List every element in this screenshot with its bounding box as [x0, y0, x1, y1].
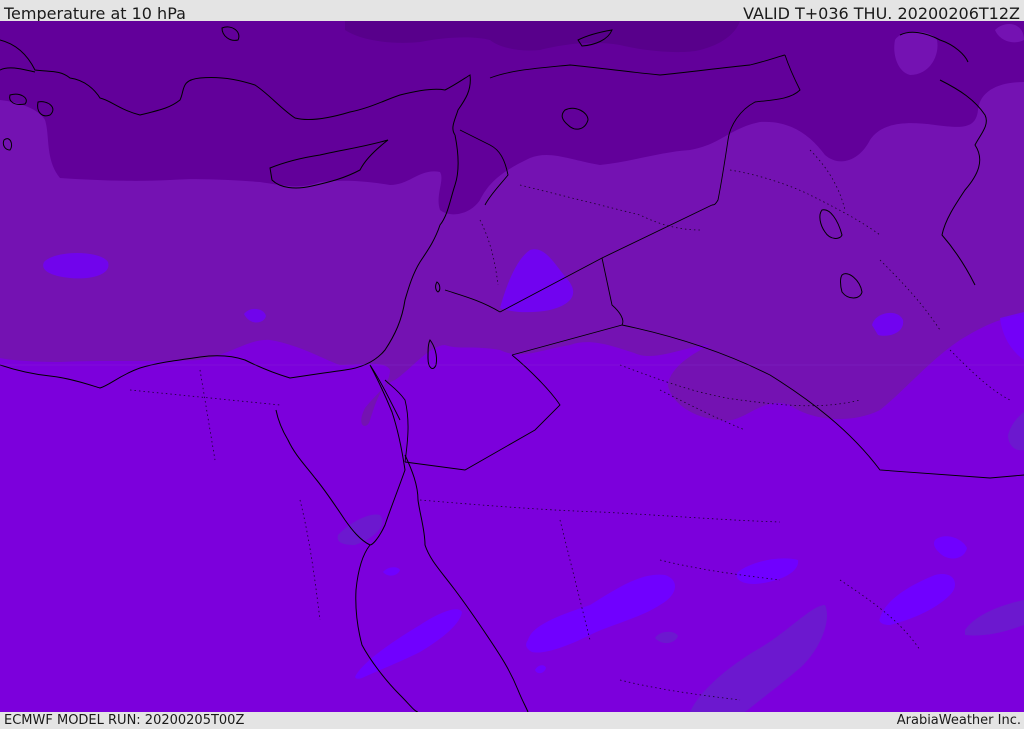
temperature-map [0, 21, 1024, 712]
credit-label: ArabiaWeather Inc. [896, 713, 1021, 728]
header-bar: Temperature at 10 hPa VALID T+036 THU. 2… [0, 0, 1024, 23]
footer-bar: ECMWF MODEL RUN: 20200205T00Z ArabiaWeat… [0, 712, 1024, 729]
model-run-label: ECMWF MODEL RUN: 20200205T00Z [4, 713, 245, 728]
